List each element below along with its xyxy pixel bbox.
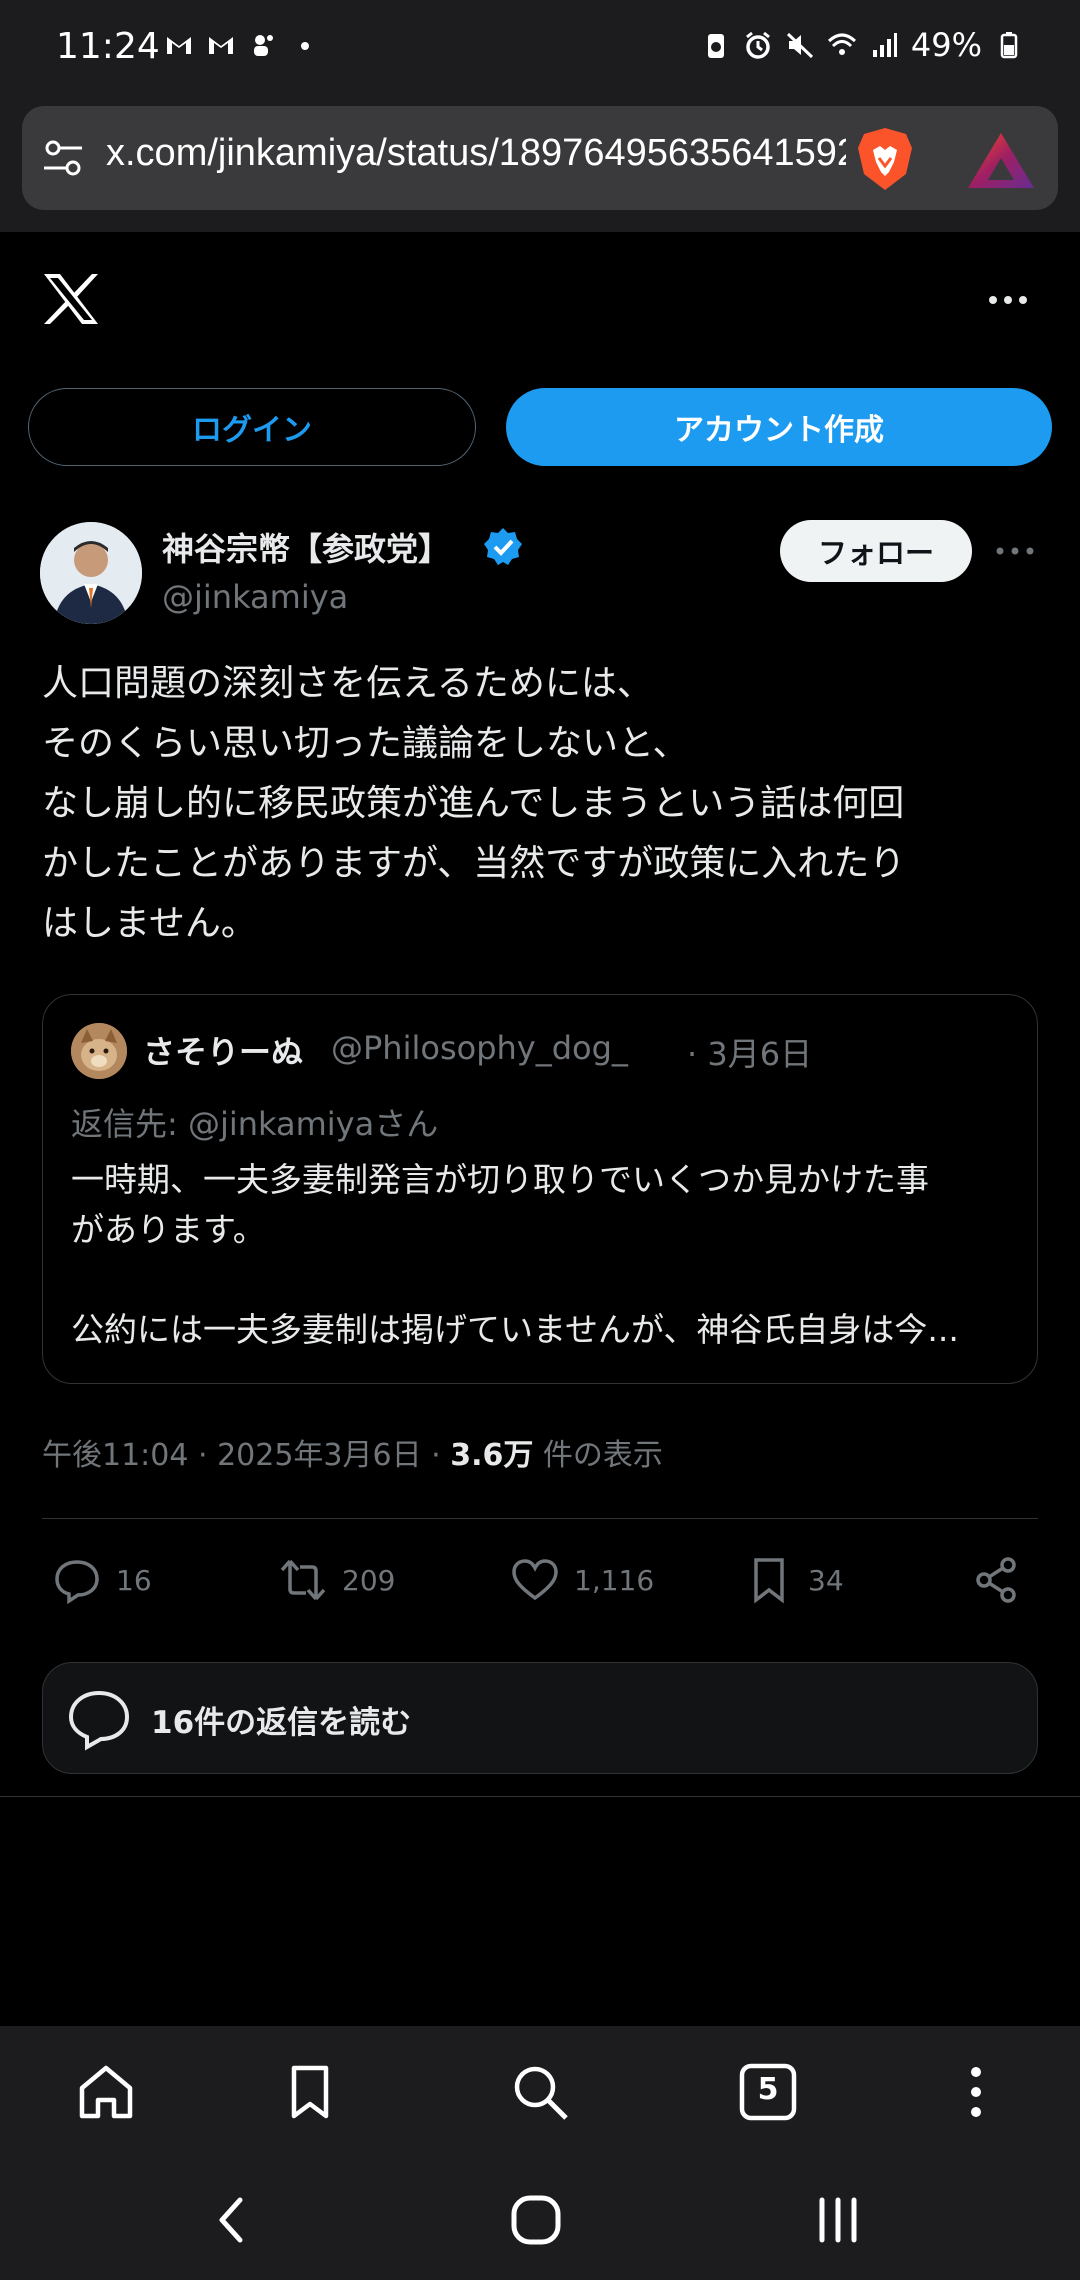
quoted-text-line bbox=[71, 1255, 1011, 1305]
tweet-more-icon[interactable] bbox=[992, 536, 1038, 566]
home-icon[interactable] bbox=[74, 2060, 138, 2124]
browser-toolbar: 5 bbox=[0, 2026, 1080, 2160]
back-icon[interactable] bbox=[198, 2188, 266, 2252]
reply-count: 16 bbox=[116, 1563, 152, 1597]
more-options-icon[interactable] bbox=[986, 280, 1030, 320]
quoted-reply-to: 返信先: @jinkamiyaさん bbox=[71, 1105, 439, 1143]
share-button[interactable] bbox=[972, 1552, 1022, 1608]
alarm-icon bbox=[745, 31, 770, 59]
bookmark-button[interactable]: 34 bbox=[744, 1552, 844, 1608]
wifi-icon bbox=[827, 33, 856, 55]
battery-icon bbox=[1000, 32, 1018, 59]
signal-icon bbox=[872, 33, 897, 57]
search-icon[interactable] bbox=[508, 2060, 572, 2124]
bookmarks-icon[interactable] bbox=[278, 2060, 342, 2124]
tweet-meta: 午後11:04 · 2025年3月6日 · 3.6万 件の表示 bbox=[42, 1430, 663, 1474]
follow-button[interactable]: フォロー bbox=[780, 520, 972, 582]
author-avatar-image bbox=[40, 522, 142, 624]
quoted-tweet-text: 一時期、一夫多妻制発言が切り取りでいくつか見かけた事 があります。 公約には一夫… bbox=[71, 1155, 1011, 1355]
tweet-text: 人口問題の深刻さを伝えるためには、 そのくらい思い切った議論をしないと、 なし崩… bbox=[42, 654, 1042, 954]
quoted-tweet-card[interactable]: さそりーぬ @Philosophy_dog_ · 3月6日 返信先: @jink… bbox=[42, 994, 1038, 1384]
quoted-text-line: 一時期、一夫多妻制発言が切り取りでいくつか見かけた事 bbox=[71, 1160, 929, 1199]
reply-bubble-icon bbox=[68, 1690, 130, 1751]
quoted-avatar-image bbox=[71, 1023, 127, 1079]
bookmark-icon bbox=[754, 1558, 784, 1604]
tabs-button[interactable]: 5 bbox=[736, 2060, 800, 2124]
author-handle[interactable]: @jinkamiya bbox=[162, 578, 348, 616]
address-bar[interactable]: x.com/jinkamiya/status/18976495635641592… bbox=[22, 106, 1058, 210]
repost-count: 209 bbox=[342, 1563, 396, 1597]
brave-rewards-icon[interactable] bbox=[966, 130, 1036, 192]
battery-percent: 49% bbox=[910, 26, 982, 64]
heart-icon bbox=[512, 1559, 558, 1601]
system-navigation-bar bbox=[0, 2160, 1080, 2280]
view-count[interactable]: 3.6万 bbox=[450, 1438, 533, 1473]
browser-menu-icon[interactable] bbox=[944, 2060, 1008, 2124]
read-replies-label: 16件の返信を読む bbox=[151, 1705, 412, 1741]
quoted-author-name[interactable]: さそりーぬ bbox=[143, 1027, 303, 1073]
reply-button[interactable]: 16 bbox=[52, 1552, 152, 1608]
x-logo-icon[interactable] bbox=[42, 272, 100, 326]
like-count: 1,116 bbox=[574, 1563, 655, 1597]
tweet-text-line: かしたことがありますが、当然ですが政策に入れたり bbox=[42, 843, 906, 884]
author-avatar[interactable] bbox=[40, 522, 142, 624]
battery-saver-icon bbox=[707, 34, 724, 58]
home-button-icon[interactable] bbox=[502, 2188, 570, 2252]
tweet-text-line: はしません。 bbox=[42, 903, 257, 944]
divider bbox=[42, 1518, 1038, 1519]
gmail-icon bbox=[167, 37, 191, 54]
tweet-text-line: そのくらい思い切った議論をしないと、 bbox=[42, 723, 689, 764]
bookmark-count: 34 bbox=[808, 1563, 844, 1597]
status-bar: 11:24 49% bbox=[0, 0, 1080, 100]
quoted-text-line: があります。 bbox=[71, 1210, 266, 1249]
brave-shields-icon[interactable] bbox=[848, 122, 922, 196]
login-button[interactable]: ログイン bbox=[28, 388, 476, 466]
divider bbox=[0, 1796, 1080, 1797]
view-count-label: 件の表示 bbox=[533, 1438, 663, 1473]
quoted-author-handle[interactable]: @Philosophy_dog_ bbox=[331, 1029, 628, 1067]
url-text[interactable]: x.com/jinkamiya/status/18976495635641592… bbox=[106, 132, 846, 184]
status-notification-icons bbox=[164, 30, 320, 60]
tweet-timestamp[interactable]: 午後11:04 · 2025年3月6日 · bbox=[42, 1438, 450, 1473]
site-settings-icon[interactable] bbox=[42, 138, 84, 178]
repost-button[interactable]: 209 bbox=[278, 1552, 395, 1608]
quoted-author-avatar[interactable] bbox=[71, 1023, 127, 1079]
status-right-icons: 49% bbox=[701, 26, 1024, 64]
tab-count: 5 bbox=[757, 2072, 779, 2107]
mute-icon bbox=[786, 32, 813, 59]
status-time: 11:24 bbox=[56, 26, 160, 67]
dot-icon bbox=[301, 42, 309, 50]
reply-icon bbox=[55, 1560, 99, 1605]
quoted-tweet-date[interactable]: · 3月6日 bbox=[687, 1029, 812, 1075]
gmail-icon bbox=[209, 37, 233, 54]
browser-address-area: x.com/jinkamiya/status/18976495635641592… bbox=[0, 100, 1080, 232]
notification-icon bbox=[254, 35, 273, 56]
screen: 11:24 49% x.com/jinkamiya/status/1897649… bbox=[0, 0, 1080, 2280]
repost-icon bbox=[280, 1559, 326, 1601]
tweet-text-line: 人口問題の深刻さを伝えるためには、 bbox=[42, 663, 653, 704]
like-button[interactable]: 1,116 bbox=[510, 1552, 654, 1608]
tweet-text-line: なし崩し的に移民政策が進んでしまうという話は何回 bbox=[42, 783, 905, 824]
verified-badge-icon bbox=[484, 528, 522, 565]
x-header bbox=[0, 232, 1080, 362]
create-account-button[interactable]: アカウント作成 bbox=[506, 388, 1052, 466]
recent-apps-icon[interactable] bbox=[804, 2188, 872, 2252]
read-replies-button[interactable]: 16件の返信を読む bbox=[42, 1662, 1038, 1774]
share-icon bbox=[976, 1557, 1016, 1603]
quoted-text-line: 公約には一夫多妻制は掲げていませんが、神谷氏自身は今... bbox=[71, 1310, 959, 1349]
author-name[interactable]: 神谷宗幣【参政党】 bbox=[162, 524, 450, 570]
